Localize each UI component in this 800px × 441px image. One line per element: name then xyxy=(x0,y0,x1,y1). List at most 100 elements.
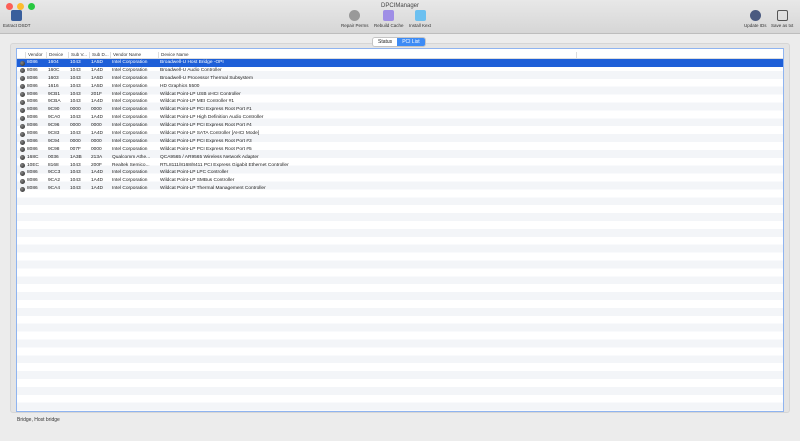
cell-sub-vendor-id: 1043 xyxy=(70,170,81,176)
table-row[interactable]: 8086 9CC3 1043 1A4D Intel Corporation Wildcat… xyxy=(17,169,783,177)
cell-device-name: Wildcat Point-LP PCI Express Root Port #… xyxy=(160,123,252,129)
update-ids-button[interactable]: Update IDs xyxy=(744,10,767,28)
table-header: Vendor Device Sub V... Sub D... Vendor N… xyxy=(17,49,783,59)
column-header-vendor-name[interactable]: Vendor Name xyxy=(110,52,141,59)
table-row[interactable]: 8086 9CB1 1043 201F Intel Corporation Wildcat… xyxy=(17,91,783,99)
cell-vendor-id: 8086 xyxy=(27,99,38,105)
table-row[interactable]: 8086 9C96 0000 0000 Intel Corporation Wildcat… xyxy=(17,122,783,130)
cell-vendor-name: Intel Corporation xyxy=(112,99,148,105)
table-row[interactable]: 10EC 8168 1043 200F Realtek Semico... RTL8111… xyxy=(17,162,783,170)
cell-device-name: Broadwell-U Audio Controller xyxy=(160,67,222,73)
cell-device-id: 0036 xyxy=(48,154,59,160)
cell-device-id: 9CA4 xyxy=(48,186,60,192)
cell-device-id: 9C94 xyxy=(48,138,60,144)
folder-icon xyxy=(414,10,426,21)
cell-vendor-name: Intel Corporation xyxy=(112,138,148,144)
cell-vendor-name: Intel Corporation xyxy=(112,170,148,176)
column-header-vendor[interactable]: Vendor xyxy=(25,52,43,59)
cell-sub-device-id: 1A4D xyxy=(91,131,103,137)
cell-sub-device-id: 0000 xyxy=(91,123,102,129)
device-icon xyxy=(20,84,25,90)
cell-device-name: Wildcat Point-LP SMBus Controller xyxy=(160,178,235,184)
device-icon xyxy=(20,178,25,184)
column-header-sub-device[interactable]: Sub D... xyxy=(89,52,109,59)
cell-vendor-name: Intel Corporation xyxy=(112,75,148,81)
cell-device-id: 9C98 xyxy=(48,146,60,152)
cell-device-id: 9C83 xyxy=(48,131,60,137)
cell-vendor-id: 8086 xyxy=(27,107,38,113)
install-kext-button[interactable]: Install Kext xyxy=(409,10,431,28)
gear-icon xyxy=(349,10,361,21)
window-title: DPCIManager xyxy=(380,3,419,9)
cell-sub-vendor-id: 0000 xyxy=(70,107,81,113)
device-icon xyxy=(20,100,25,106)
table-row[interactable]: 8086 1604 1043 1A5D Intel Corporation Broadwe… xyxy=(17,59,783,67)
cell-sub-device-id: 200F xyxy=(91,162,102,168)
table-row[interactable]: 8086 9C83 1043 1A4D Intel Corporation Wildcat… xyxy=(17,130,783,138)
cell-vendor-id: 8086 xyxy=(27,138,38,144)
status-text: Bridge, Host bridge xyxy=(17,417,60,423)
cell-sub-vendor-id: 1A3B xyxy=(70,154,82,160)
cell-device-name: Wildcat Point-LP SATA Controller [AHCI M… xyxy=(160,131,260,137)
cell-sub-vendor-id: 1043 xyxy=(70,162,81,168)
cell-device-name: Broadwell-U Processor Thermal Subsystem xyxy=(160,75,253,81)
cell-device-name: Wildcat Point-LP PCI Express Root Port #… xyxy=(160,107,252,113)
save-as-txt-button[interactable]: Save as txt xyxy=(771,10,793,28)
cell-sub-device-id: 1A4D xyxy=(91,67,103,73)
cell-vendor-name: Intel Corporation xyxy=(112,123,148,129)
table-row[interactable]: 8086 9C94 0000 0000 Intel Corporation Wildcat… xyxy=(17,138,783,146)
cell-device-id: 9CA0 xyxy=(48,115,60,121)
cell-vendor-id: 10EC xyxy=(27,162,39,168)
cell-device-id: 160C xyxy=(48,67,60,73)
cell-vendor-name: Realtek Semico... xyxy=(112,162,150,168)
cell-vendor-id: 8086 xyxy=(27,115,38,121)
table-row[interactable]: 8086 9CA2 1043 1A4D Intel Corporation Wildcat… xyxy=(17,177,783,185)
column-header-device[interactable]: Device xyxy=(46,52,63,59)
cell-vendor-name: Intel Corporation xyxy=(112,83,148,89)
cell-sub-vendor-id: 1043 xyxy=(70,83,81,89)
table-row[interactable]: 8086 9CA0 1043 1A4D Intel Corporation Wildcat… xyxy=(17,114,783,122)
cell-device-id: 1616 xyxy=(48,83,59,89)
table-row[interactable]: 8086 1616 1043 1A5D Intel Corporation HD Grap… xyxy=(17,83,783,91)
table-row[interactable]: 8086 9C90 0000 0000 Intel Corporation Wildcat… xyxy=(17,106,783,114)
cell-device-id: 1604 xyxy=(48,60,59,65)
cell-vendor-id: 8086 xyxy=(27,178,38,184)
rebuild-cache-button[interactable]: Rebuild Cache xyxy=(374,10,404,28)
cell-sub-vendor-id: 1043 xyxy=(70,67,81,73)
device-icon xyxy=(20,155,25,161)
cell-sub-vendor-id: 1043 xyxy=(70,75,81,81)
computer-icon xyxy=(11,10,23,21)
cell-vendor-name: Intel Corporation xyxy=(112,107,148,113)
column-header-device-name[interactable]: Device Name xyxy=(158,52,189,59)
cell-vendor-id: 8086 xyxy=(27,60,38,65)
title-bar: DPCIManager Extract DSDT Repair Perms Re… xyxy=(0,0,800,34)
cell-device-name: Wildcat Point-LP LPC Controller xyxy=(160,170,229,176)
cell-vendor-id: 8086 xyxy=(27,91,38,97)
cell-sub-device-id: 201F xyxy=(91,91,102,97)
table-row[interactable]: 8086 9CA4 1043 1A4D Intel Corporation Wildcat… xyxy=(17,185,783,193)
cell-sub-device-id: 0000 xyxy=(91,138,102,144)
device-icon xyxy=(20,107,25,113)
cell-device-id: 9CBA xyxy=(48,99,61,105)
column-header-sub-vendor[interactable]: Sub V... xyxy=(68,52,87,59)
cell-sub-vendor-id: 1043 xyxy=(70,99,81,105)
tab-pci-list[interactable]: PCI List xyxy=(397,38,425,46)
table-row[interactable]: 8086 1603 1043 1A5D Intel Corporation Broadwe… xyxy=(17,75,783,83)
table-row[interactable]: 8086 9C98 007F 0000 Intel Corporation Wildcat… xyxy=(17,146,783,154)
cell-vendor-name: Intel Corporation xyxy=(112,91,148,97)
device-icon xyxy=(20,171,25,177)
repair-perms-button[interactable]: Repair Perms xyxy=(341,10,369,28)
extract-dsdt-button[interactable]: Extract DSDT xyxy=(3,10,31,28)
cell-vendor-name: Intel Corporation xyxy=(112,67,148,73)
table-row[interactable]: 8086 160C 1043 1A4D Intel Corporation Broadwe… xyxy=(17,67,783,75)
table-row[interactable]: 8086 9CBA 1043 1A4D Intel Corporation Wildcat… xyxy=(17,98,783,106)
pci-device-table[interactable]: Vendor Device Sub V... Sub D... Vendor N… xyxy=(16,48,784,412)
cell-sub-device-id: 1A4D xyxy=(91,115,103,121)
cell-sub-device-id: 1A5D xyxy=(91,60,103,65)
tab-status[interactable]: Status xyxy=(373,38,398,46)
cell-sub-vendor-id: 1043 xyxy=(70,91,81,97)
cell-device-id: 9CB1 xyxy=(48,91,60,97)
cell-sub-vendor-id: 1043 xyxy=(70,178,81,184)
cell-sub-vendor-id: 0000 xyxy=(70,123,81,129)
table-row[interactable]: 168C 0036 1A3B 213A Qualcomm Athe... QCA9565 … xyxy=(17,154,783,162)
